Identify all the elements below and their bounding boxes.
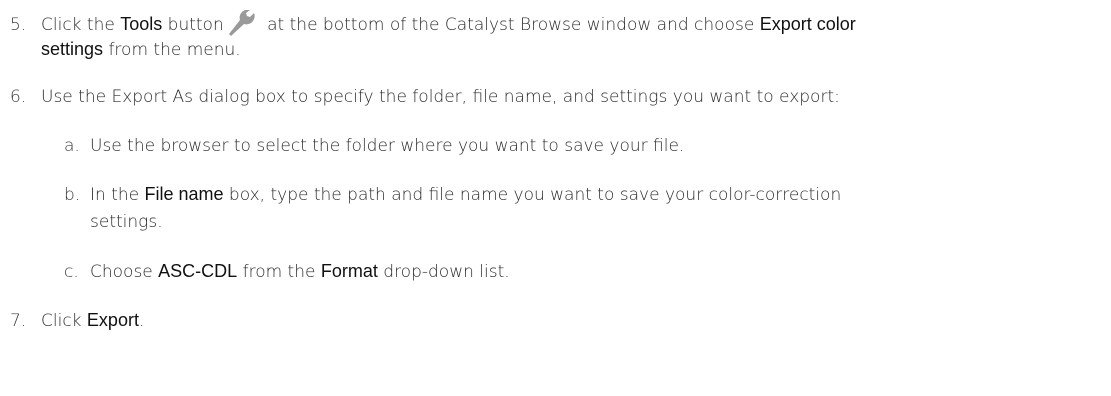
export-color-label: Export color [759, 14, 856, 34]
step-text: . [138, 311, 145, 331]
substep-letter: b. [64, 185, 81, 205]
substep-c: c. Choose ASC-CDL from the Format drop-do… [64, 260, 510, 283]
step-5-line-1: 5. Click the Tools button at the bottom o… [10, 9, 856, 36]
substep-text: In the [90, 185, 145, 205]
asc-cdl-label: ASC-CDL [158, 261, 238, 281]
step-text: Click [41, 311, 87, 331]
step-number: 7. [10, 311, 27, 331]
export-label: Export [86, 310, 139, 330]
step-number: 6. [10, 87, 27, 107]
step-text: at the bottom of the Catalyst Browse win… [261, 15, 760, 35]
wrench-icon [226, 9, 256, 36]
step-7: 7. Click Export. [10, 309, 144, 332]
substep-letter: a. [64, 136, 80, 156]
step-text: Click the [41, 15, 121, 35]
instruction-steps: 5. Click the Tools button at the bottom o… [0, 0, 1111, 396]
substep-a: a. Use the browser to select the folder w… [64, 135, 684, 157]
format-label: Format [320, 261, 378, 281]
settings-label: settings [41, 39, 104, 59]
step-6: 6. Use the Export As dialog box to specif… [10, 86, 840, 108]
substep-text: Use the browser to select the folder whe… [90, 136, 685, 156]
substep-text: box, type the path and file name you wan… [223, 185, 842, 205]
step-text: from the menu. [103, 40, 241, 60]
substep-text: Choose [90, 262, 159, 282]
substep-text: drop-down list. [377, 262, 510, 282]
substep-letter: c. [64, 262, 79, 282]
substep-b-line-1: b. In the File name box, type the path an… [64, 183, 841, 206]
step-number: 5. [10, 15, 27, 35]
substep-text: settings. [90, 212, 163, 232]
step-text: Use the Export As dialog box to specify … [41, 87, 840, 107]
step-5-line-2: settings from the menu. [41, 38, 241, 61]
step-text: button [162, 15, 224, 35]
file-name-label: File name [144, 184, 224, 204]
tools-label: Tools [120, 14, 163, 34]
substep-b-line-2: settings. [90, 211, 163, 233]
substep-text: from the [237, 262, 321, 282]
